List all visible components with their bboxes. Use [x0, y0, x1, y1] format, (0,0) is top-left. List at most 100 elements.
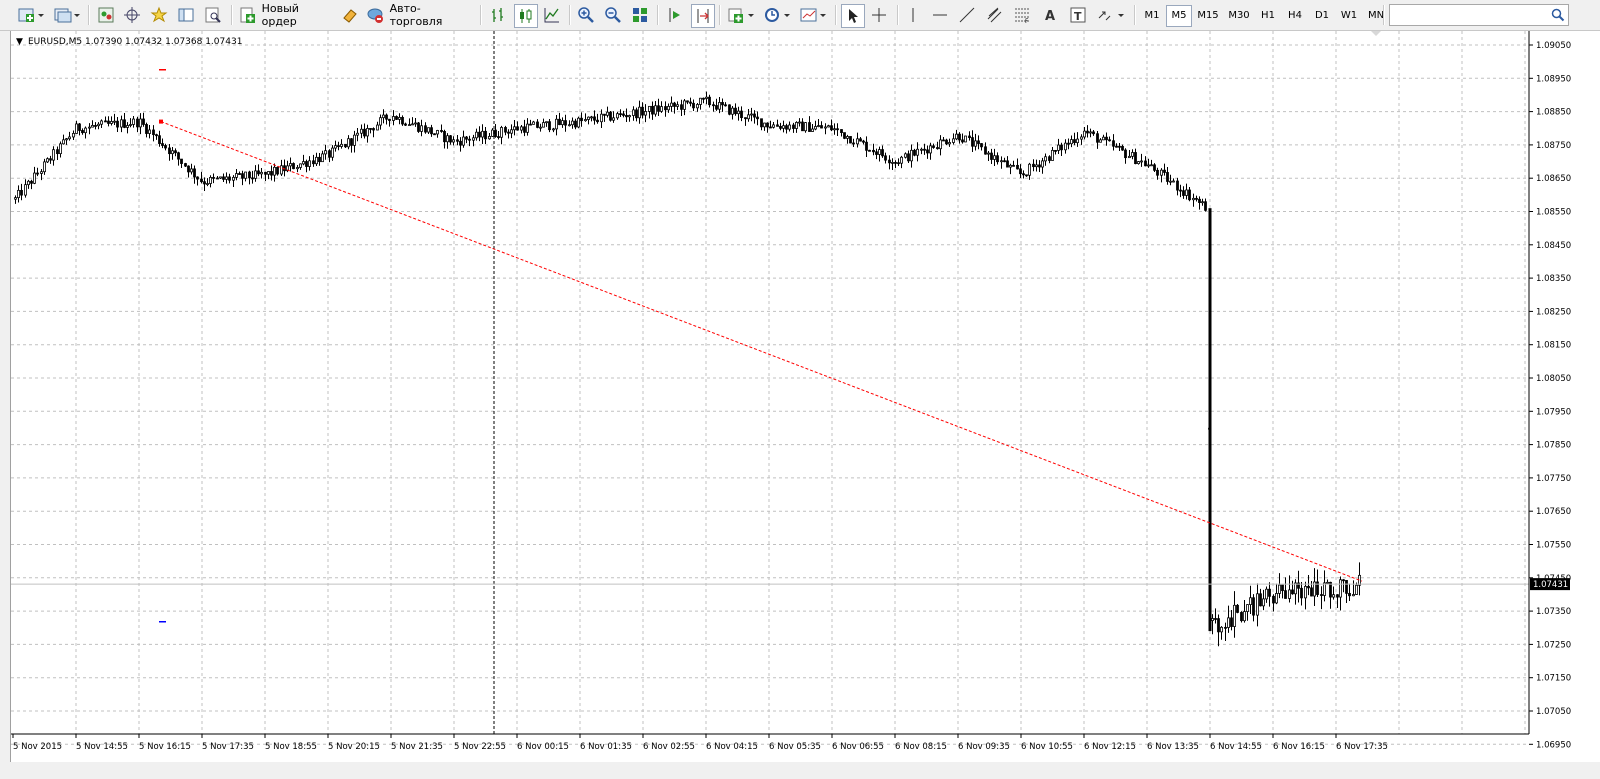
crosshair-tool-button[interactable] [868, 4, 890, 26]
profiles-button[interactable] [52, 4, 82, 26]
candle [1131, 149, 1134, 160]
search-icon[interactable] [1551, 8, 1565, 22]
candle [548, 119, 551, 133]
timeframe-m5[interactable]: M5 [1166, 5, 1192, 27]
candle [312, 154, 315, 167]
timeframe-mn[interactable]: MN [1363, 5, 1389, 27]
periods-button[interactable] [762, 4, 792, 26]
candle [1265, 586, 1268, 603]
candle [878, 146, 881, 162]
candle [968, 131, 971, 141]
new-order-button[interactable]: Новый ордер [238, 2, 336, 28]
candle [1348, 583, 1351, 602]
candle [692, 99, 695, 112]
tile-windows-button[interactable] [629, 4, 651, 26]
y-tick-label: 1.08350 [1536, 274, 1571, 284]
chart-shift-button[interactable] [664, 4, 686, 26]
terminal-button[interactable] [175, 4, 197, 26]
text-tool-button[interactable]: A [1040, 4, 1060, 26]
bottom-bar [0, 762, 1600, 779]
metaeditor-button[interactable] [340, 4, 360, 26]
zoom-in-button[interactable] [575, 4, 597, 26]
fibonacci-icon: F [1015, 8, 1029, 24]
search-input[interactable] [1394, 6, 1548, 27]
bar-chart-button[interactable] [487, 4, 509, 26]
candle [292, 162, 295, 170]
candle [664, 101, 667, 117]
fibonacci-tool-button[interactable]: F [1011, 4, 1033, 26]
candle [100, 119, 103, 129]
timeframe-d1[interactable]: D1 [1309, 5, 1335, 27]
candle [1320, 586, 1323, 610]
candle [1172, 178, 1175, 183]
candlestick-chart-button[interactable] [514, 4, 538, 28]
candle [891, 158, 894, 170]
indicators-button[interactable] [726, 4, 756, 26]
indicators-icon [728, 8, 754, 23]
chart-window[interactable]: ▼ EURUSD,M5 1.07390 1.07432 1.07368 1.07… [10, 31, 1600, 762]
price-chart[interactable]: ▼ EURUSD,M5 1.07390 1.07432 1.07368 1.07… [11, 31, 1600, 762]
candle [184, 162, 187, 168]
candle [1268, 582, 1271, 607]
timeframe-m1[interactable]: M1 [1139, 5, 1165, 27]
market-watch-button[interactable] [95, 4, 117, 26]
cursor-tool-button[interactable] [841, 4, 865, 28]
strategy-tester-button[interactable] [202, 4, 224, 26]
candle [430, 124, 433, 137]
candle [769, 120, 772, 129]
trendline-tool-button[interactable] [957, 4, 977, 26]
candle [148, 124, 151, 139]
timeframe-m15[interactable]: M15 [1193, 5, 1223, 27]
equidistant-channel-tool-button[interactable] [984, 4, 1006, 26]
candle [1128, 150, 1131, 159]
red-marker [159, 69, 166, 71]
text-a-icon: A [1045, 9, 1055, 24]
candle [484, 126, 487, 145]
new-chart-button[interactable] [16, 4, 46, 26]
text-label-tool-button[interactable]: T [1067, 4, 1089, 26]
timeframe-h4[interactable]: H4 [1282, 5, 1308, 27]
vertical-line-tool-button[interactable] [903, 4, 923, 26]
candle [1220, 626, 1223, 640]
zoom-out-button[interactable] [602, 4, 624, 26]
timeframe-w1[interactable]: W1 [1336, 5, 1362, 27]
chart-header: EURUSD,M5 1.07390 1.07432 1.07368 1.0743… [28, 37, 242, 47]
candle [744, 117, 747, 126]
candle [1252, 594, 1255, 622]
favorites-button[interactable] [148, 4, 170, 26]
templates-button[interactable] [798, 4, 828, 26]
candle [132, 116, 135, 128]
candle [1060, 142, 1063, 157]
y-tick-label: 1.09050 [1536, 41, 1571, 51]
candle [788, 121, 791, 132]
timeframe-m30[interactable]: M30 [1224, 5, 1254, 27]
candle [139, 113, 142, 135]
candle [190, 163, 193, 175]
timeframe-h1[interactable]: H1 [1255, 5, 1281, 27]
search-box[interactable] [1389, 4, 1569, 27]
auto-trading-button[interactable]: Авто-торговля [366, 2, 472, 28]
candle [859, 137, 862, 142]
candle [510, 124, 513, 139]
star-icon [150, 6, 168, 23]
candle [318, 153, 321, 166]
candle [782, 120, 785, 133]
shift-marker-icon[interactable] [1371, 31, 1381, 36]
candle [868, 149, 871, 152]
candle [952, 133, 955, 145]
autoscroll-button[interactable] [691, 4, 715, 28]
candle [500, 125, 503, 145]
candle [334, 140, 337, 152]
line-chart-button[interactable] [541, 4, 563, 26]
candle [1057, 138, 1060, 155]
y-tick-label: 1.07050 [1536, 707, 1571, 717]
navigator-button[interactable] [121, 4, 143, 26]
candle [1352, 580, 1355, 597]
candle [280, 159, 283, 176]
candle [180, 158, 183, 168]
horizontal-line-tool-button[interactable] [930, 4, 950, 26]
y-tick-label: 1.08750 [1536, 141, 1571, 151]
candle [756, 111, 759, 126]
candle [1211, 614, 1214, 635]
arrows-tool-button[interactable] [1095, 4, 1127, 26]
